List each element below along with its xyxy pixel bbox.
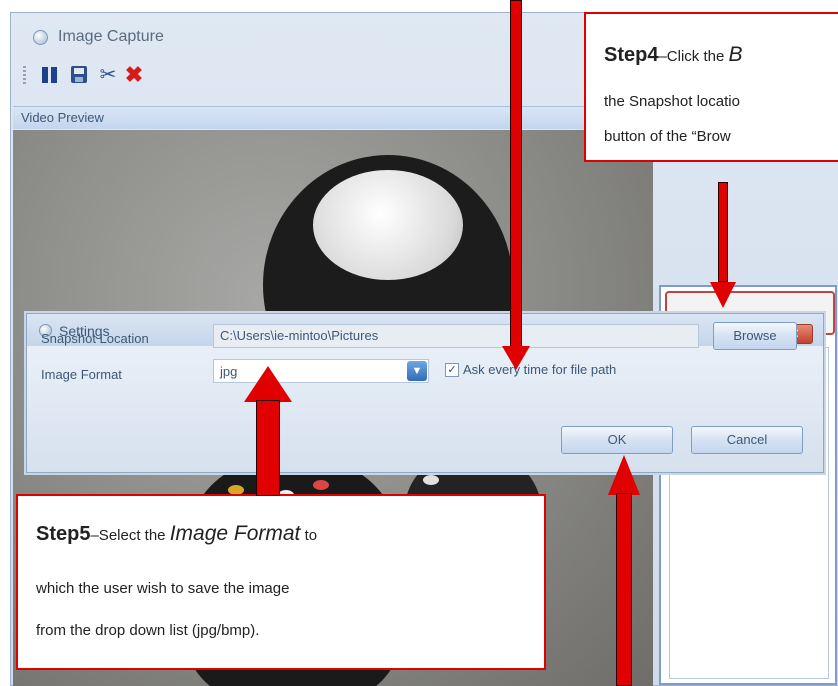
ok-button[interactable]: OK xyxy=(561,426,673,454)
snapshot-location-field[interactable]: C:\Users\ie-mintoo\Pictures xyxy=(213,324,699,348)
step5-text-3: from the drop down list (jpg/bmp). xyxy=(36,622,260,639)
chevron-down-icon[interactable]: ▼ xyxy=(407,361,427,381)
save-icon[interactable] xyxy=(69,64,91,86)
step5-callout: Step5–Select the Image Format to which t… xyxy=(16,494,546,670)
window-title: Image Capture xyxy=(58,28,164,45)
arrow-head-format xyxy=(244,366,292,402)
step5-title: Step5 xyxy=(36,523,91,545)
ask-every-time-checkbox[interactable]: ✓ xyxy=(445,363,459,377)
screenshot: Image Capture ✂ ✖ Video Preview Settings… xyxy=(0,0,838,686)
app-icon xyxy=(33,30,48,45)
step4-callout: Step4–Click the B the Snapshot locatio b… xyxy=(584,12,838,162)
step5-text-2: which the user wish to save the image xyxy=(36,580,290,597)
image-format-label: Image Format xyxy=(41,367,122,382)
step4-text-1: –Click the xyxy=(658,48,729,65)
toolbar-grip xyxy=(23,66,26,84)
arrow-to-browse xyxy=(718,182,728,282)
step4-text-3: button of the “Brow xyxy=(604,128,731,145)
step4-text-italic: B xyxy=(728,43,743,66)
cancel-button[interactable]: Cancel xyxy=(691,426,803,454)
settings-dialog: Settings ✕ Snapshot Location C:\Users\ie… xyxy=(26,313,824,473)
step4-text-2: the Snapshot locatio xyxy=(604,93,740,110)
arrow-head-checkbox xyxy=(502,346,530,370)
arrow-to-format xyxy=(256,400,280,496)
close-icon[interactable]: ✖ xyxy=(123,64,145,86)
step5-text-italic: Image Format xyxy=(169,522,301,545)
ask-every-time-label: Ask every time for file path xyxy=(463,362,617,377)
step4-title: Step4 xyxy=(604,44,659,66)
video-preview-label: Video Preview xyxy=(21,110,104,125)
arrow-to-checkbox xyxy=(510,0,522,348)
toolbar: ✂ ✖ xyxy=(11,58,571,92)
arrow-head-browse xyxy=(710,282,736,308)
step5-text-1b: to xyxy=(300,527,318,544)
pause-icon[interactable] xyxy=(39,64,61,86)
image-format-value: jpg xyxy=(220,364,238,379)
video-preview-header: Video Preview xyxy=(13,106,653,129)
tools-icon[interactable]: ✂ xyxy=(97,64,119,86)
arrow-to-ok xyxy=(616,493,632,686)
arrow-head-ok xyxy=(608,455,640,495)
step5-text-1: –Select the xyxy=(90,527,170,544)
browse-button[interactable]: Browse xyxy=(713,322,797,350)
